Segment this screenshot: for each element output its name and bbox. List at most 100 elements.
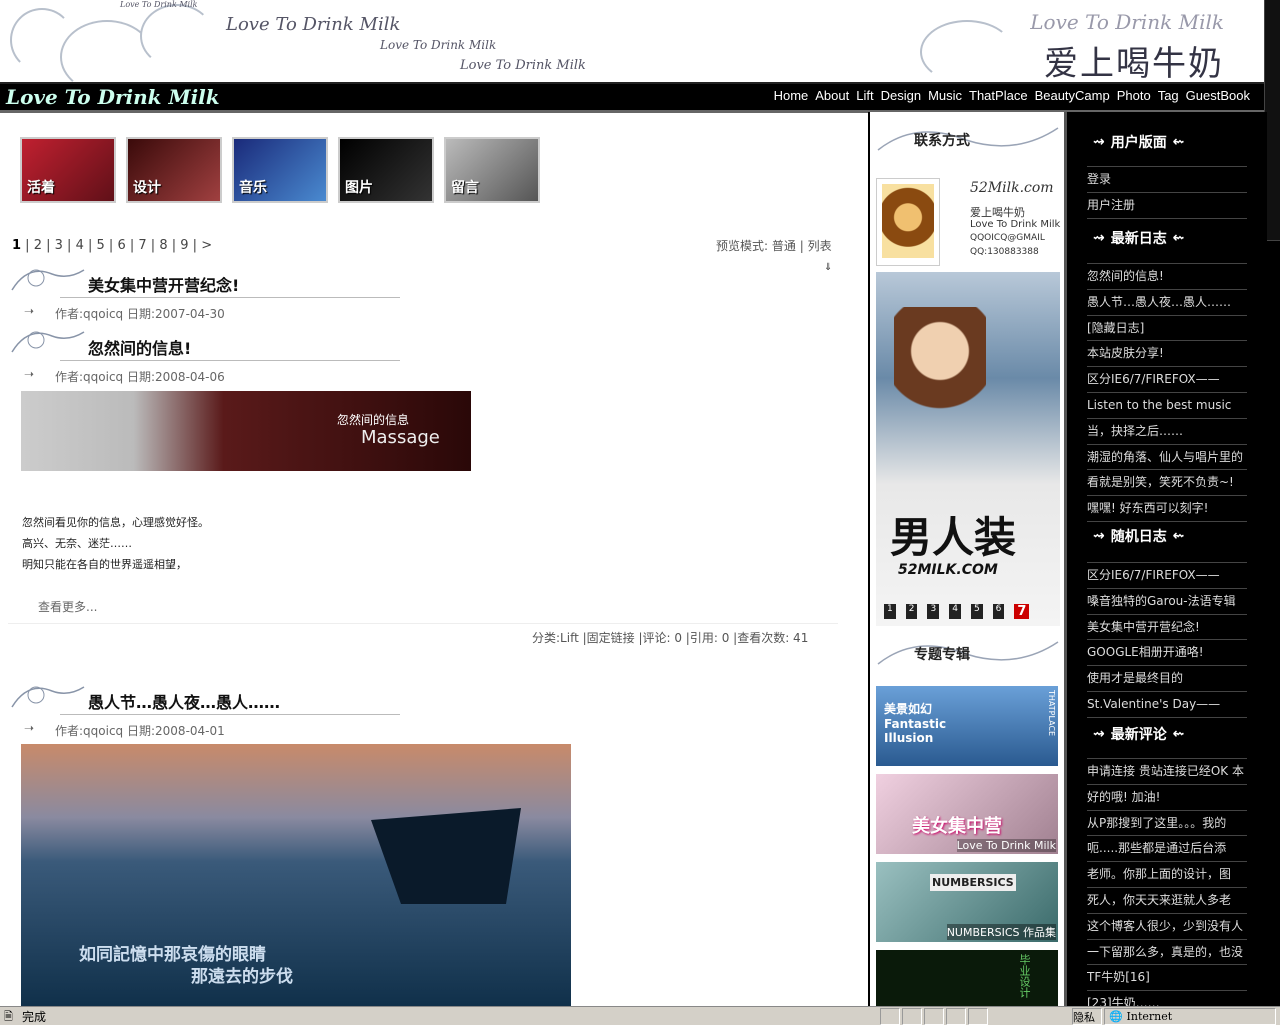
ad-page-button[interactable]: 6 — [992, 604, 1005, 619]
list-item[interactable]: 本站皮肤分享! — [1087, 341, 1247, 368]
nav-lift[interactable]: Lift — [856, 88, 873, 103]
list-item[interactable]: [隐藏日志] — [1087, 316, 1247, 342]
nav-about[interactable]: About — [815, 88, 849, 103]
post-banner-image[interactable]: 忽然间的信息 Massage — [21, 391, 471, 471]
post-divider — [60, 714, 400, 715]
category-thumb-design[interactable]: 设计 — [126, 137, 222, 203]
list-item[interactable]: Listen to the best music — [1087, 393, 1247, 419]
album-title: 专题专辑 — [914, 647, 970, 663]
nav-thatplace[interactable]: ThatPlace — [969, 88, 1028, 103]
nav-guestbook[interactable]: GuestBook — [1186, 88, 1250, 103]
nav-logo[interactable]: Love To Drink Milk — [6, 85, 220, 109]
list-item[interactable]: 嗓音独特的Garou-法语专辑 — [1087, 589, 1247, 615]
list-item[interactable]: St.Valentine's Day—— — [1087, 692, 1247, 718]
list-item[interactable]: 区分IE6/7/FIREFOX—— — [1087, 563, 1247, 589]
preview-label: 预览模式: — [716, 239, 769, 253]
list-item[interactable]: 忽然间的信息! — [1087, 264, 1247, 290]
list-item[interactable]: 愚人节…愚人夜…愚人…… — [1087, 290, 1247, 316]
page-link[interactable]: 3 — [55, 238, 63, 253]
wing-right-icon: ⇜ — [1172, 134, 1185, 150]
wing-right-icon: ⇜ — [1172, 726, 1185, 742]
ad-page-button[interactable]: 4 — [949, 604, 961, 619]
right-sidebar: ⇝ 用户版面 ⇜ 登录 用户注册 ⇝ 最新日志 ⇜ 忽然间的信息! 愚人节…愚人… — [1064, 112, 1267, 1006]
category-thumb-music[interactable]: 音乐 — [232, 137, 328, 203]
list-item[interactable]: 潮湿的角落、仙人与唱片里的 — [1087, 445, 1247, 471]
album-sub: NUMBERSICS 作品集 — [946, 924, 1056, 940]
ad-page-button[interactable]: 1 — [884, 604, 896, 619]
list-item[interactable]: 呃.....那些都是通过后台添 — [1087, 836, 1247, 863]
latest-posts-title: ⇝ 最新日志 ⇜ — [1093, 228, 1184, 248]
profile-en: Love To Drink Milk — [970, 219, 1061, 230]
list-item[interactable]: 好的哦! 加油! — [1087, 785, 1247, 811]
post-title[interactable]: 忽然间的信息! — [88, 335, 191, 359]
profile-mail[interactable]: QQOICQ@GMAIL — [970, 233, 1045, 243]
post-meta: 作者:qqoicq 日期:2008-04-06 — [55, 370, 225, 384]
post-line: 忽然间看见你的信息，心理感觉好怪。 — [22, 516, 209, 529]
list-item[interactable]: 老师。你那上面的设计，图 — [1087, 862, 1247, 888]
post-photo-boat[interactable]: 如同記憶中那哀傷的眼睛 那遠去的步伐 — [21, 744, 571, 1006]
list-item[interactable]: 当，抉择之后…… — [1087, 419, 1247, 445]
nav-beautycamp[interactable]: BeautyCamp — [1035, 88, 1110, 103]
login-link[interactable]: 登录 — [1087, 167, 1247, 193]
list-item[interactable]: 这个博客人很少，少到没有人 — [1087, 914, 1247, 940]
preview-normal-link[interactable]: 普通 — [772, 239, 796, 253]
banner-title: 忽然间的信息 — [337, 413, 410, 427]
nav-photo[interactable]: Photo — [1117, 88, 1151, 103]
list-item[interactable]: 使用才是最终目的 — [1087, 666, 1247, 692]
ad-text: 男人装 — [890, 513, 1017, 562]
page-next[interactable]: > — [201, 238, 212, 253]
list-item[interactable]: 区分IE6/7/FIREFOX—— — [1087, 367, 1247, 393]
page-link[interactable]: 7 — [138, 238, 146, 253]
ad-page-button[interactable]: 5 — [970, 604, 983, 619]
boat-shape — [371, 808, 521, 904]
list-item[interactable]: [23]牛奶…… — [1087, 991, 1247, 1006]
album-thumb[interactable]: 美景如幻 Fantastic Illusion THATPLACE — [876, 686, 1058, 766]
category-thumb-live[interactable]: 活着 — [20, 137, 116, 203]
page-link[interactable]: 9 — [180, 238, 188, 253]
ad-page-button-active[interactable]: 7 — [1014, 604, 1030, 619]
post-meta: 作者:qqoicq 日期:2007-04-30 — [55, 307, 225, 321]
list-item[interactable]: 死人，你天天来逛就人多老 — [1087, 888, 1247, 914]
wing-left-icon: ⇝ — [1093, 134, 1105, 150]
category-thumb-guestbook[interactable]: 留言 — [444, 137, 540, 203]
list-item[interactable]: TF牛奶[16] — [1087, 965, 1247, 992]
album-thumb[interactable]: 毕业设计 — [876, 950, 1058, 1006]
nav-home[interactable]: Home — [774, 88, 809, 103]
profile-brand: 52Milk.com — [970, 180, 1054, 196]
album-label: 美景如幻 Fantastic Illusion — [884, 702, 947, 745]
privacy-cell[interactable]: 隐私 — [1072, 1008, 1102, 1025]
post-title[interactable]: 美女集中营开营纪念! — [88, 272, 239, 296]
preview-list-link[interactable]: 列表 — [808, 239, 832, 253]
nav-music[interactable]: Music — [928, 88, 962, 103]
page-link[interactable]: 4 — [76, 238, 84, 253]
page-link[interactable]: 8 — [159, 238, 167, 253]
album-thumb[interactable]: 美女集中营 Love To Drink Milk — [876, 774, 1058, 854]
header-title: 爱上喝牛奶 — [1044, 44, 1224, 83]
header-script-text: Love To Drink Milk — [226, 14, 401, 35]
post-line: 明知只能在各自的世界遥遥相望， — [22, 558, 187, 571]
collapse-arrow-icon[interactable]: ⇓ — [824, 262, 832, 273]
category-thumb-photo[interactable]: 图片 — [338, 137, 434, 203]
ad-banner[interactable]: 男人装 52MILK.COM 1 2 3 4 5 6 7 — [876, 272, 1060, 626]
register-link[interactable]: 用户注册 — [1087, 193, 1247, 219]
nav-tag[interactable]: Tag — [1158, 88, 1179, 103]
post-title[interactable]: 愚人节…愚人夜…愚人…… — [88, 689, 280, 713]
random-posts-list: 区分IE6/7/FIREFOX—— 嗓音独特的Garou-法语专辑 美女集中营开… — [1087, 562, 1247, 718]
ad-page-button[interactable]: 3 — [927, 604, 940, 619]
ad-page-button[interactable]: 2 — [905, 604, 918, 619]
nav-design[interactable]: Design — [881, 88, 921, 103]
contact-title: 联系方式 — [914, 133, 970, 149]
list-item[interactable]: 嘿嘿! 好东西可以刻字! — [1087, 496, 1247, 522]
list-item[interactable]: 申请连接 贵站连接已经OK 本 — [1087, 759, 1247, 785]
read-more-link[interactable]: 查看更多... — [38, 598, 97, 615]
list-item[interactable]: 一下留那么多，真是的，也没 — [1087, 940, 1247, 966]
list-item[interactable]: 美女集中营开营纪念! — [1087, 615, 1247, 641]
list-item[interactable]: GOOGLE相册开通咯! — [1087, 640, 1247, 667]
list-item[interactable]: 从P那搜到了这里。。。我的 — [1087, 811, 1247, 837]
page-link[interactable]: 6 — [117, 238, 125, 253]
page-link[interactable]: 5 — [97, 238, 105, 253]
album-thumb[interactable]: NUMBERSICS NUMBERSICS 作品集 — [876, 862, 1058, 942]
ad-portrait — [894, 307, 986, 417]
page-link[interactable]: 2 — [34, 238, 42, 253]
list-item[interactable]: 看就是别笑，笑死不负责~! — [1087, 470, 1247, 497]
